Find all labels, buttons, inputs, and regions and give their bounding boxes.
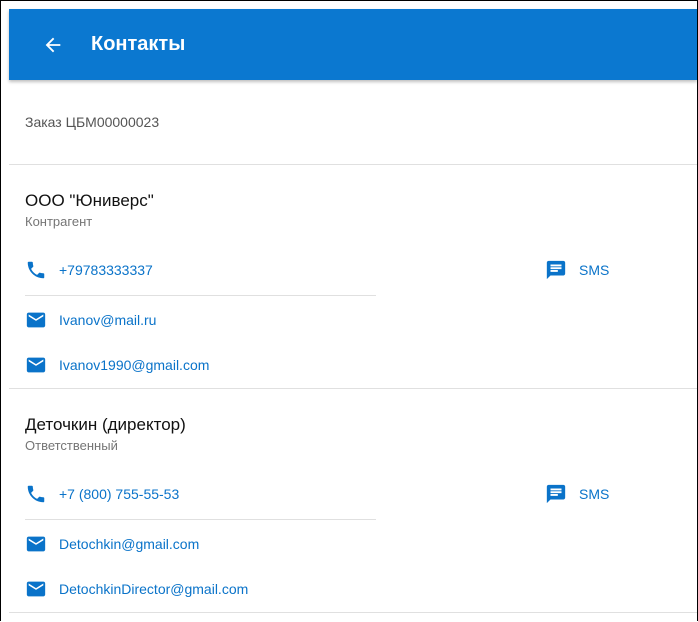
app-bar: Контакты — [9, 9, 697, 80]
app-screen: Контакты Заказ ЦБМ00000023 ООО "Юниверс"… — [0, 0, 698, 621]
contact-card-1: Деточкин (директор) Ответственный +7 (80… — [9, 389, 697, 613]
sms-button[interactable]: SMS — [545, 258, 609, 282]
back-button[interactable] — [31, 23, 75, 67]
contact-name: Деточкин (директор) — [25, 415, 186, 434]
email-link[interactable]: Detochkin@gmail.com — [25, 532, 199, 556]
order-label: Заказ ЦБМ00000023 — [25, 114, 160, 130]
email-icon — [26, 357, 46, 373]
phone-link[interactable]: +79783333337 — [25, 258, 153, 282]
message-icon — [546, 484, 566, 504]
email-address: Ivanov1990@gmail.com — [59, 357, 210, 373]
sms-label: SMS — [579, 486, 610, 502]
phone-icon — [27, 485, 45, 503]
email-link[interactable]: Ivanov@mail.ru — [25, 308, 156, 332]
phone-number: +7 (800) 755-55-53 — [59, 486, 180, 502]
email-icon — [26, 536, 46, 552]
message-icon — [546, 260, 566, 280]
order-info: Заказ ЦБМ00000023 — [9, 80, 697, 165]
contact-role: Контрагент — [25, 214, 93, 229]
contact-name: ООО "Юниверс" — [25, 191, 154, 210]
email-icon — [26, 581, 46, 597]
contact-role: Ответственный — [25, 438, 118, 453]
sms-button[interactable]: SMS — [545, 482, 609, 506]
email-link[interactable]: Ivanov1990@gmail.com — [25, 353, 209, 377]
email-link[interactable]: DetochkinDirector@gmail.com — [25, 577, 248, 601]
row-divider — [25, 295, 376, 296]
phone-number: +79783333337 — [59, 262, 153, 278]
email-address: Ivanov@mail.ru — [59, 312, 157, 328]
phone-icon — [27, 261, 45, 279]
email-address: Detochkin@gmail.com — [59, 536, 200, 552]
row-divider — [25, 519, 376, 520]
page-title: Контакты — [91, 33, 186, 55]
phone-link[interactable]: +7 (800) 755-55-53 — [25, 482, 179, 506]
arrow-left-icon — [45, 37, 61, 52]
sms-label: SMS — [579, 262, 610, 278]
email-address: DetochkinDirector@gmail.com — [59, 581, 249, 597]
email-icon — [26, 312, 46, 328]
contact-card-0: ООО "Юниверс" Контрагент +79783333337 SM… — [9, 165, 697, 389]
